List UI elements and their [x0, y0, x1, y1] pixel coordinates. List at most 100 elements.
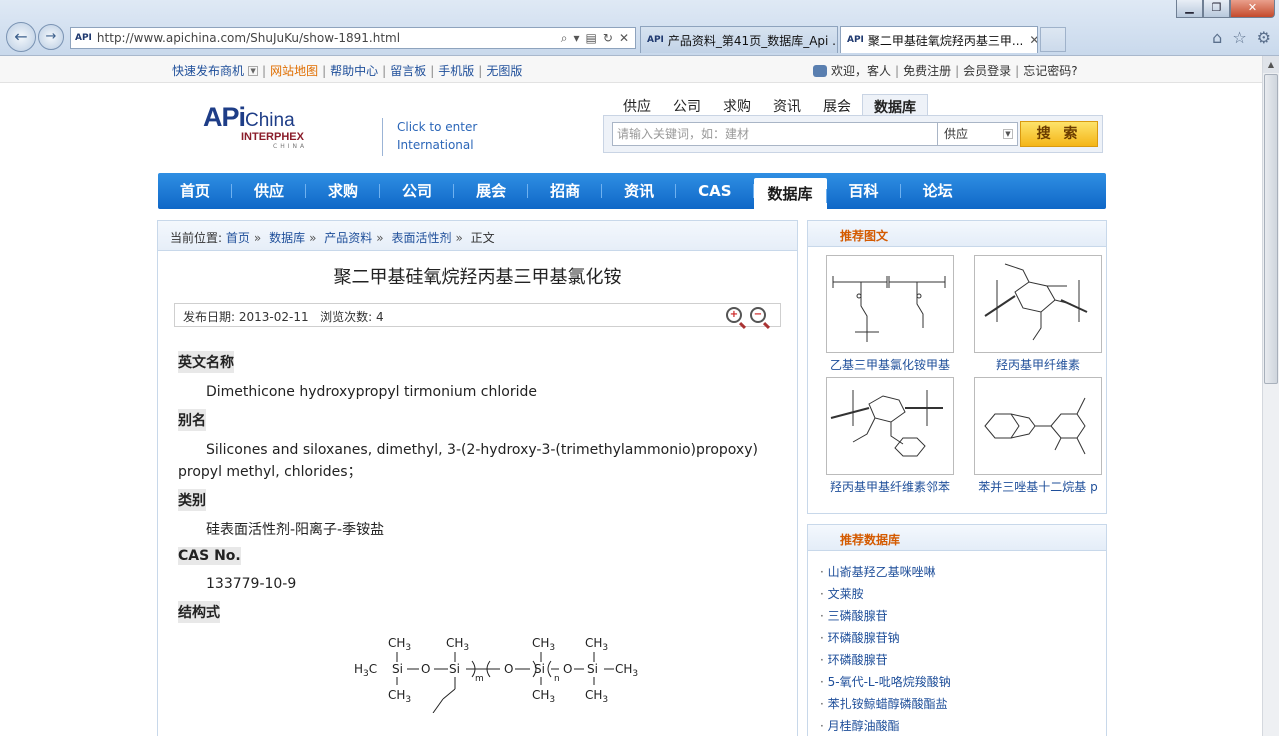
- favorites-star-icon[interactable]: ☆: [1232, 28, 1246, 47]
- nav-database[interactable]: 数据库: [753, 178, 827, 210]
- image-caption[interactable]: 羟丙基甲纤维素: [968, 356, 1108, 373]
- chevron-down-icon[interactable]: ▼: [248, 65, 259, 76]
- formula-si: Si: [534, 662, 545, 676]
- main-nav: 首页 供应 求购 公司 展会 招商 资讯 CAS 数据库 百科 论坛: [158, 173, 1106, 210]
- list-item[interactable]: 5-氧代-L-吡咯烷羧酸钠: [820, 671, 1106, 693]
- structure-thumbnail[interactable]: [826, 377, 954, 475]
- nav-expo[interactable]: 展会: [454, 173, 529, 209]
- breadcrumb-home[interactable]: 首页: [226, 231, 250, 245]
- tab-label: 聚二甲基硅氧烷羟丙基三甲...: [867, 33, 1024, 48]
- breadcrumb-database[interactable]: 数据库: [269, 231, 305, 245]
- formula-o: O: [504, 662, 513, 676]
- tab-favicon: API: [647, 35, 664, 45]
- list-item[interactable]: 环磷酸腺苷钠: [820, 627, 1106, 649]
- nav-forum[interactable]: 论坛: [901, 173, 975, 209]
- image-caption[interactable]: 羟丙基甲基纤维素邻苯: [820, 478, 960, 495]
- mobile-link[interactable]: 手机版: [438, 62, 474, 79]
- breadcrumb-product-info[interactable]: 产品资料: [324, 231, 372, 245]
- formula-ch3: CH3: [585, 636, 608, 653]
- formula-ch3: CH3: [532, 688, 555, 705]
- tab-current[interactable]: API 聚二甲基硅氧烷羟丙基三甲... ✕: [840, 26, 1038, 53]
- vertical-scrollbar[interactable]: ▲: [1262, 56, 1279, 736]
- chevron-down-icon[interactable]: ▼: [1003, 129, 1013, 139]
- search-input[interactable]: 请输入关键词，如：建材: [612, 122, 938, 146]
- home-icon[interactable]: ⌂: [1212, 28, 1222, 47]
- image-caption[interactable]: 乙基三甲基氯化铵甲基: [820, 356, 960, 373]
- stop-icon[interactable]: ✕: [619, 31, 629, 46]
- search-icon[interactable]: ⌕: [561, 31, 568, 46]
- compat-view-icon[interactable]: ▤: [586, 31, 597, 46]
- section-heading: 结构式: [178, 601, 220, 623]
- nav-cas[interactable]: CAS: [676, 173, 754, 209]
- nav-supply[interactable]: 供应: [232, 173, 307, 209]
- search-button[interactable]: 搜 索: [1020, 121, 1098, 147]
- recommended-image-item[interactable]: 羟丙基甲纤维素: [968, 255, 1108, 373]
- search-category-select[interactable]: 供应 ▼: [938, 122, 1018, 146]
- register-link[interactable]: 免费注册: [903, 62, 951, 79]
- forward-button[interactable]: →: [38, 24, 64, 50]
- section-heading: CAS No.: [178, 547, 241, 565]
- section-heading: 别名: [178, 409, 206, 431]
- help-center-link[interactable]: 帮助中心: [330, 62, 378, 79]
- recommended-image-item[interactable]: 羟丙基甲基纤维素邻苯: [820, 377, 960, 495]
- recommended-database-panel: 推荐数据库 山嵛基羟乙基咪唑啉 文莱胺 三磷酸腺苷 环磷酸腺苷钠 环磷酸腺苷 5…: [807, 524, 1107, 736]
- back-button[interactable]: ←: [6, 22, 36, 52]
- breadcrumb-prefix: 当前位置:: [170, 231, 223, 245]
- nav-news[interactable]: 资讯: [602, 173, 677, 209]
- forgot-password-link[interactable]: 忘记密码?: [1023, 62, 1077, 79]
- url-text[interactable]: http://www.apichina.com/ShuJuKu/show-189…: [97, 31, 561, 45]
- dropdown-icon[interactable]: ▾: [574, 31, 580, 46]
- site-logo[interactable]: APiChina INTERPHEX CHINA: [203, 102, 307, 150]
- list-item[interactable]: 山嵛基羟乙基咪唑啉: [820, 561, 1106, 583]
- zoom-out-icon[interactable]: −: [750, 307, 766, 323]
- scrollbar-thumb[interactable]: [1264, 74, 1278, 384]
- refresh-icon[interactable]: ↻: [603, 31, 613, 46]
- list-item[interactable]: 月桂醇油酸酯: [820, 715, 1106, 737]
- close-window-button[interactable]: ✕: [1230, 0, 1275, 18]
- sitemap-link[interactable]: 网站地图: [270, 62, 318, 79]
- database-list: 山嵛基羟乙基咪唑啉 文莱胺 三磷酸腺苷 环磷酸腺苷钠 环磷酸腺苷 5-氧代-L-…: [808, 551, 1106, 737]
- structure-formula: CH3 H3C Si O CH3 CH3 Si m O CH3 Si n O C…: [178, 623, 777, 714]
- new-tab-button[interactable]: [1040, 27, 1066, 52]
- logo-sub: CHINA: [273, 143, 308, 150]
- list-item[interactable]: 环磷酸腺苷: [820, 649, 1106, 671]
- guestbook-link[interactable]: 留言板: [390, 62, 426, 79]
- logo-china: China: [245, 110, 295, 131]
- nav-company[interactable]: 公司: [380, 173, 455, 209]
- maximize-button[interactable]: ❐: [1203, 0, 1230, 18]
- text-only-link[interactable]: 无图版: [486, 62, 522, 79]
- nav-buy[interactable]: 求购: [306, 173, 381, 209]
- minimize-button[interactable]: ▁: [1176, 0, 1203, 18]
- close-tab-icon[interactable]: ✕: [1029, 33, 1037, 47]
- quick-publish-link[interactable]: 快速发布商机: [172, 62, 244, 79]
- search-box: 请输入关键词，如：建材 供应 ▼ 搜 索: [603, 115, 1103, 153]
- list-item[interactable]: 文莱胺: [820, 583, 1106, 605]
- intl-line2[interactable]: International: [397, 136, 477, 154]
- structure-thumbnail[interactable]: [974, 377, 1102, 475]
- zoom-in-icon[interactable]: +: [726, 307, 742, 323]
- recommended-image-item[interactable]: 苯并三唑基十二烷基 p: [968, 377, 1108, 495]
- nav-home[interactable]: 首页: [158, 173, 233, 209]
- nav-wiki[interactable]: 百科: [827, 173, 901, 209]
- list-item[interactable]: 三磷酸腺苷: [820, 605, 1106, 627]
- login-link[interactable]: 会员登录: [963, 62, 1011, 79]
- image-caption[interactable]: 苯并三唑基十二烷基 p: [968, 478, 1108, 495]
- intl-line1[interactable]: Click to enter: [397, 118, 477, 136]
- formula-h3c: H3C: [354, 662, 377, 679]
- address-bar[interactable]: API http://www.apichina.com/ShuJuKu/show…: [70, 27, 636, 49]
- recommended-images-panel: 推荐图文 乙基三甲基氯化铵甲基 羟丙基甲纤维素 羟丙基甲基纤维素邻苯 苯并三唑基…: [807, 220, 1107, 514]
- formula-o: O: [563, 662, 572, 676]
- international-link[interactable]: Click to enter International: [382, 118, 477, 156]
- scroll-up-arrow-icon[interactable]: ▲: [1263, 56, 1279, 73]
- breadcrumb-surfactant[interactable]: 表面活性剂: [391, 231, 451, 245]
- settings-gear-icon[interactable]: ⚙: [1257, 28, 1271, 47]
- nav-invest[interactable]: 招商: [528, 173, 603, 209]
- browser-chrome: ▁ ❐ ✕ ← → API http://www.apichina.com/Sh…: [0, 0, 1279, 56]
- structure-thumbnail[interactable]: [974, 255, 1102, 353]
- tab-products[interactable]: API 产品资料_第41页_数据库_Api ...: [640, 26, 838, 53]
- list-item[interactable]: 苯扎铵鲸蜡醇磷酸酯盐: [820, 693, 1106, 715]
- recommended-image-item[interactable]: 乙基三甲基氯化铵甲基: [820, 255, 960, 373]
- structure-thumbnail[interactable]: [826, 255, 954, 353]
- formula-ch3: CH3: [532, 636, 555, 653]
- article-body: 英文名称 Dimethicone hydroxypropyl tirmonium…: [158, 327, 797, 714]
